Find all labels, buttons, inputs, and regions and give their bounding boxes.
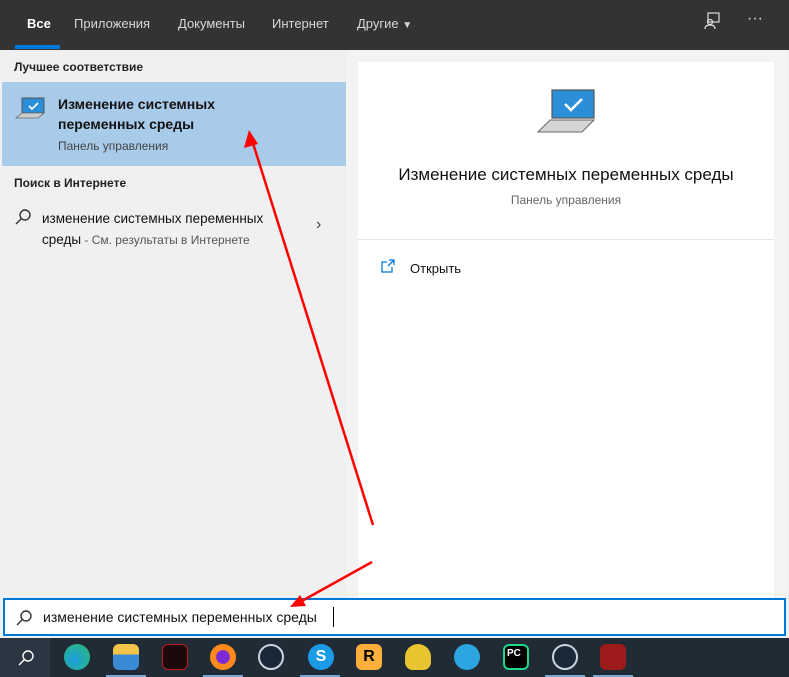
telegram-icon[interactable] <box>454 644 480 670</box>
trophy-app-icon[interactable] <box>405 644 431 670</box>
tab-other-label: Другие <box>357 16 399 31</box>
edge-icon[interactable] <box>64 644 90 670</box>
web-search-result[interactable]: изменение системных переменных среды - С… <box>2 200 346 256</box>
firefox-icon[interactable] <box>210 644 236 670</box>
best-match-subtitle: Панель управления <box>58 139 169 153</box>
active-tab-indicator <box>15 45 60 49</box>
skype-icon[interactable]: S <box>308 644 334 670</box>
web-suffix: - См. результаты в Интернете <box>81 233 250 247</box>
taskbar-search-button[interactable] <box>0 638 50 677</box>
search-icon <box>15 609 33 632</box>
chevron-right-icon[interactable]: › <box>316 216 321 234</box>
pycharm-icon[interactable]: PC <box>503 644 529 670</box>
search-header: Все Приложения Документы Интернет Другие… <box>0 0 789 50</box>
caret-down-icon: ▼ <box>402 20 413 31</box>
search-icon <box>18 650 34 666</box>
text-cursor <box>333 607 334 627</box>
tab-other[interactable]: Другие ▼ <box>357 16 412 31</box>
tab-internet[interactable]: Интернет <box>272 16 329 31</box>
web-search-heading: Поиск в Интернете <box>14 176 127 190</box>
steam-icon[interactable] <box>258 644 284 670</box>
preview-title: Изменение системных переменных среды <box>398 165 734 184</box>
more-options-icon[interactable]: ··· <box>747 10 763 28</box>
file-explorer-icon[interactable] <box>113 644 139 670</box>
search-input[interactable]: изменение системных переменных среды <box>43 609 317 625</box>
open-icon <box>380 258 396 279</box>
taskbar: S R PC <box>0 638 789 677</box>
divider <box>358 239 774 240</box>
tab-apps[interactable]: Приложения <box>74 16 150 31</box>
tab-documents[interactable]: Документы <box>178 16 245 31</box>
feedback-icon[interactable] <box>703 12 721 35</box>
dota2-icon[interactable] <box>600 644 626 670</box>
steam-icon[interactable] <box>552 644 578 670</box>
system-computer-icon <box>14 96 46 131</box>
best-match-item[interactable]: Изменение системных переменных среды Пан… <box>2 82 346 166</box>
rockstar-icon[interactable]: R <box>356 644 382 670</box>
tab-all[interactable]: Все <box>27 16 51 31</box>
search-box[interactable]: изменение системных переменных среды <box>3 598 786 636</box>
system-computer-large-icon <box>536 88 598 145</box>
preview-subtitle: Панель управления <box>510 193 622 207</box>
best-match-heading: Лучшее соответствие <box>14 60 144 74</box>
search-icon <box>14 208 32 231</box>
msi-dragon-icon[interactable] <box>162 644 188 670</box>
open-label: Открыть <box>410 261 462 276</box>
best-match-title: Изменение системных переменных среды <box>58 96 215 132</box>
